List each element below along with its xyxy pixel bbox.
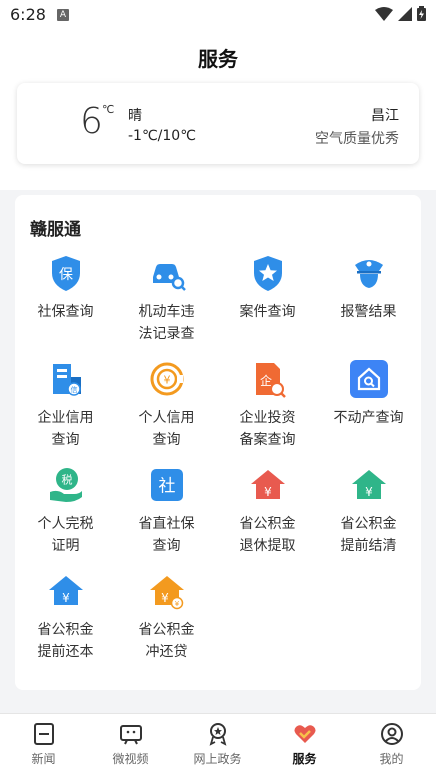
service-label: 案件查询 [239,304,296,320]
service-item[interactable]: 社 省直社保 查询 [116,465,217,557]
service-item[interactable]: 报警结果 [318,253,419,323]
service-label: 省公积金 退休提取 [239,516,296,554]
star-badge-icon [253,256,282,291]
svg-text:保: 保 [59,267,73,283]
svg-text:¥: ¥ [264,485,272,499]
service-item[interactable]: 机动车违 法记录查 [116,253,217,345]
fund-house-blue-icon: ¥ [48,576,83,605]
tab-label: 服务 [292,752,317,766]
air-quality: 空气质量优秀 [315,131,399,147]
status-time: 6:28 [10,5,46,24]
service-item[interactable]: ¥ 个人信用 查询 [116,359,217,451]
tab-label: 新闻 [31,752,56,766]
weather-card[interactable]: 6 ℃ 晴 -1℃/10℃ 昌江 空气质量优秀 [17,83,419,164]
tab-profile[interactable]: 我的 [348,722,435,767]
page-title: 服务 [198,47,238,71]
news-icon [33,723,54,745]
bottom-tab-bar: 新闻 微视频 网上政务 服务 我的 [0,713,436,775]
service-item[interactable]: 案件查询 [217,253,318,323]
svg-text:税: 税 [61,473,72,487]
weather-temperature: 6 [80,101,103,142]
svg-text:¥: ¥ [161,591,169,605]
personal-credit-icon: ¥ [150,362,183,396]
fund-house-red-icon: ¥ [250,470,285,499]
enterprise-invest-icon: 企 [255,363,286,398]
service-item[interactable]: ¥ 省公积金 退休提取 [217,465,318,557]
tab-video[interactable]: 微视频 [87,722,174,767]
service-label: 企业投资 备案查询 [239,410,296,448]
svg-text:企: 企 [259,373,271,388]
section-title: 赣服通 [30,220,81,240]
service-label: 不动产查询 [333,410,404,426]
svg-text:¥: ¥ [174,600,179,608]
service-item[interactable]: 保 社保查询 [15,253,116,323]
service-label: 报警结果 [340,304,397,320]
service-label: 个人信用 查询 [138,410,195,448]
cell-signal-icon [398,6,412,21]
video-icon [119,725,142,745]
fund-house-green-icon: ¥ [351,470,386,499]
weather-city: 昌江 [371,108,399,124]
gov-icon [209,723,226,746]
service-label: 省直社保 查询 [138,516,195,554]
svg-text:¥: ¥ [163,374,170,387]
tab-label: 微视频 [112,752,149,766]
tab-news[interactable]: 新闻 [0,722,87,767]
weather-condition: 晴 [128,108,142,124]
weather-unit: ℃ [102,103,115,116]
tab-label: 网上政务 [193,752,242,766]
service-section: 赣服通 保 社保查询 机动车违 法记录查 案件查询 报警结果 信 企业信用 查询… [15,195,421,690]
enterprise-credit-icon: 信 [52,364,81,396]
svg-text:社: 社 [158,477,175,497]
status-bar: 6:28 A [0,0,436,30]
tab-gov[interactable]: 网上政务 [174,722,261,767]
svg-text:¥: ¥ [365,485,373,499]
tab-service[interactable]: 服务 [261,722,348,767]
svg-text:信: 信 [70,385,77,394]
service-item[interactable]: 不动产查询 [318,359,419,429]
service-label: 机动车违 法记录查 [138,304,195,342]
tax-icon: 税 [49,468,82,502]
service-item[interactable]: 税 个人完税 证明 [15,465,116,557]
social-security-icon: 社 [150,469,183,501]
service-label: 社保查询 [37,304,94,320]
shield-icon: 保 [51,256,80,291]
car-search-icon [152,264,186,291]
service-label: 个人完税 证明 [37,516,94,554]
header: 服务 6 ℃ 晴 -1℃/10℃ 昌江 空气质量优秀 [0,30,436,190]
service-label: 省公积金 冲还贷 [138,622,195,660]
police-icon [354,260,383,288]
service-item[interactable]: ¥ ¥ 省公积金 冲还贷 [116,571,217,663]
service-item[interactable]: 信 企业信用 查询 [15,359,116,451]
real-estate-icon [349,360,388,398]
service-item[interactable]: ¥ 省公积金 提前还本 [15,571,116,663]
battery-icon [417,6,426,21]
service-item[interactable]: 企 企业投资 备案查询 [217,359,318,451]
service-label: 省公积金 提前还本 [37,622,94,660]
service-item[interactable]: ¥ 省公积金 提前结清 [318,465,419,557]
svg-text:¥: ¥ [62,591,70,605]
service-heart-icon [294,725,315,743]
weather-range: -1℃/10℃ [128,128,196,144]
wifi-icon [375,6,393,21]
tab-label: 我的 [379,752,404,766]
service-label: 省公积金 提前结清 [340,516,397,554]
service-label: 企业信用 查询 [37,410,94,448]
fund-house-orange-icon: ¥ ¥ [149,576,184,610]
profile-icon [380,723,403,745]
app-notification-icon: A [57,9,69,21]
